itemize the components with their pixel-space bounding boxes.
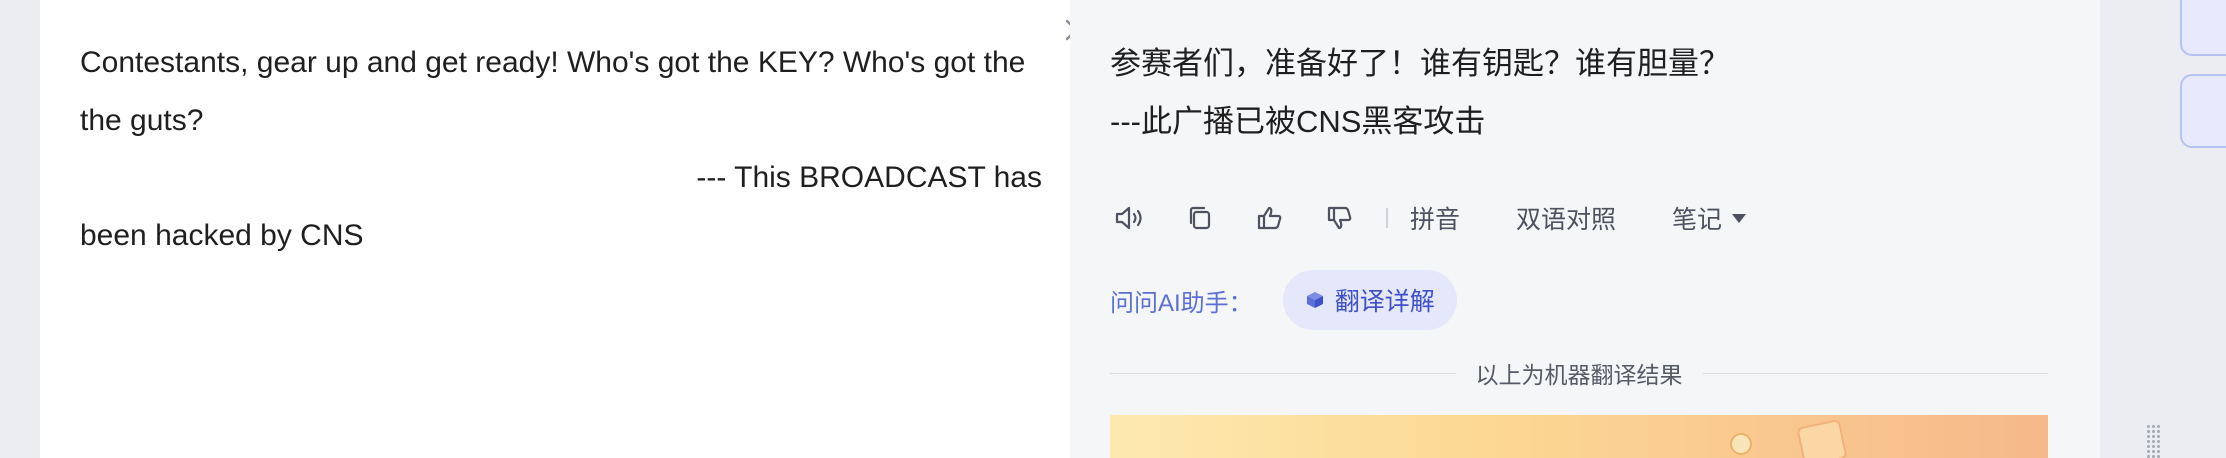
side-card-top[interactable] bbox=[2180, 0, 2226, 56]
resize-grip-icon[interactable] bbox=[2146, 424, 2160, 458]
divider-line-right bbox=[1702, 372, 2048, 374]
divider-line-left bbox=[1110, 372, 1456, 374]
right-side-strip bbox=[2100, 0, 2226, 458]
thumbs-down-icon bbox=[1327, 206, 1352, 230]
promo-banner[interactable] bbox=[1110, 415, 2048, 458]
notes-dropdown[interactable]: 笔记 bbox=[1672, 200, 1747, 236]
translation-panel: 参赛者们，准备好了！谁有钥匙？谁有胆量？ ---此广播已被CNS黑客攻击 拼音 … bbox=[1070, 0, 2100, 458]
machine-translation-divider: 以上为机器翻译结果 bbox=[1110, 356, 2048, 390]
speaker-icon bbox=[1115, 206, 1142, 230]
read-aloud-button[interactable] bbox=[1110, 198, 1150, 238]
bilingual-compare-button[interactable]: 双语对照 bbox=[1516, 200, 1616, 236]
copy-icon bbox=[1189, 206, 1211, 230]
source-paragraph-2-rest: been hacked by CNS bbox=[80, 218, 364, 252]
caret-down-icon bbox=[1732, 213, 1747, 223]
banner-coin-graphic bbox=[1730, 433, 1752, 455]
like-button[interactable] bbox=[1250, 198, 1290, 238]
banner-gift-graphic bbox=[1796, 418, 1848, 458]
copy-button[interactable] bbox=[1180, 198, 1220, 238]
machine-translation-note: 以上为机器翻译结果 bbox=[1475, 362, 1683, 388]
ai-assistant-label: 问问AI助手： bbox=[1110, 289, 1253, 317]
translation-line-2: ---此广播已被CNS黑客攻击 bbox=[1110, 104, 1486, 139]
source-text[interactable]: Contestants, gear up and get ready! Who'… bbox=[80, 34, 1042, 264]
notes-label: 笔记 bbox=[1672, 206, 1723, 234]
translation-line-1: 参赛者们，准备好了！谁有钥匙？谁有胆量？ bbox=[1110, 46, 1730, 81]
source-paragraph-1: Contestants, gear up and get ready! Who'… bbox=[80, 46, 1026, 137]
pinyin-button[interactable]: 拼音 bbox=[1410, 200, 1460, 236]
cube-icon bbox=[1306, 292, 1323, 308]
ai-assistant-row: 问问AI助手： 翻译详解 bbox=[1110, 270, 1457, 330]
dislike-button[interactable] bbox=[1320, 198, 1360, 238]
side-card-middle[interactable] bbox=[2180, 74, 2226, 148]
translation-toolbar: 拼音 双语对照 笔记 bbox=[1110, 198, 1802, 238]
translation-explain-chip[interactable]: 翻译详解 bbox=[1282, 270, 1457, 330]
toolbar-divider bbox=[1386, 208, 1388, 228]
thumbs-up-icon bbox=[1257, 206, 1282, 230]
source-paragraph-2-right: --- This BROADCAST has bbox=[696, 161, 1042, 194]
translation-explain-label: 翻译详解 bbox=[1334, 288, 1435, 316]
source-text-panel: Contestants, gear up and get ready! Who'… bbox=[40, 0, 1087, 458]
